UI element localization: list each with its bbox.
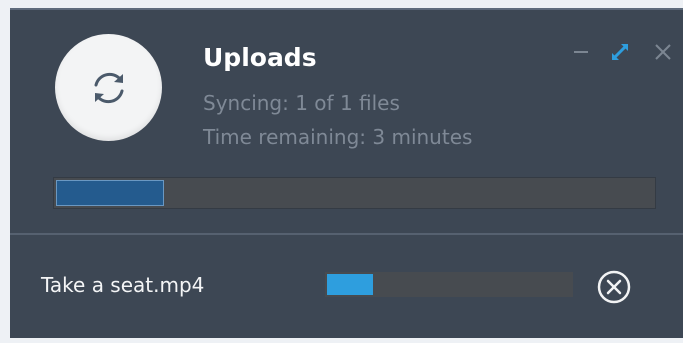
- uploads-panel: Uploads Syncing: 1 of 1 files Time remai…: [10, 8, 683, 338]
- expand-button[interactable]: [608, 40, 632, 64]
- sync-status-text: Syncing: 1 of 1 files: [203, 91, 400, 115]
- file-progress-fill: [327, 274, 373, 295]
- expand-icon: [612, 44, 628, 60]
- overall-progress-fill: [56, 180, 164, 206]
- close-button[interactable]: [651, 40, 675, 64]
- minimize-icon: [574, 51, 588, 53]
- time-remaining-text: Time remaining: 3 minutes: [203, 125, 473, 149]
- panel-title: Uploads: [203, 43, 317, 72]
- file-progress-bar: [325, 272, 573, 297]
- sync-icon: [94, 72, 124, 104]
- close-icon: [655, 44, 671, 60]
- overall-progress-bar: [53, 177, 656, 209]
- file-name: Take a seat.mp4: [41, 273, 205, 297]
- sync-avatar: [55, 34, 162, 141]
- minimize-button[interactable]: [569, 40, 593, 64]
- cancel-circle-icon: [597, 270, 631, 304]
- divider: [10, 233, 683, 235]
- cancel-upload-button[interactable]: [596, 269, 632, 305]
